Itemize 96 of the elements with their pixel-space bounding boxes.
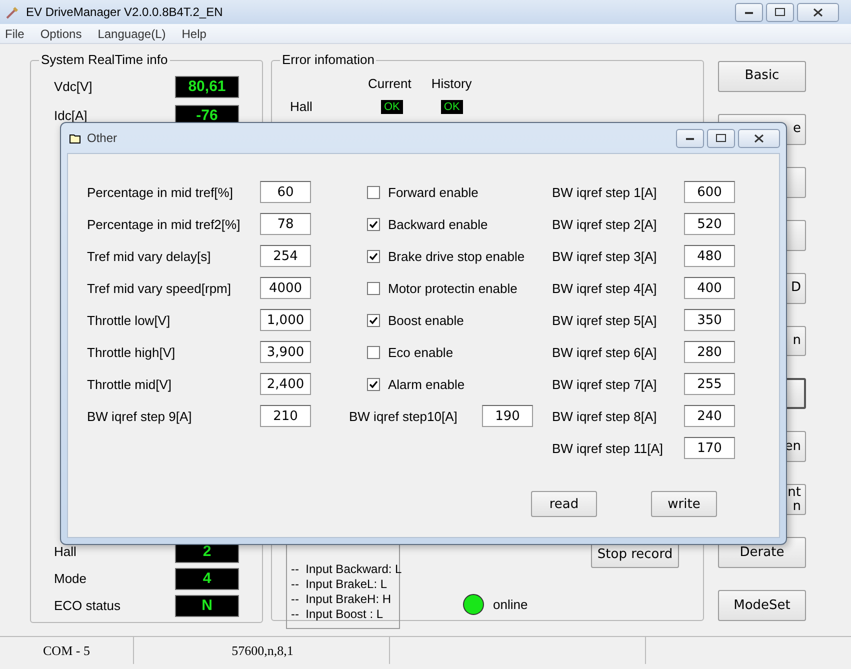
side-button[interactable]: Basic <box>718 61 806 92</box>
number-field[interactable]: 1,000 <box>260 309 311 331</box>
checkbox[interactable] <box>367 250 380 262</box>
checkbox[interactable] <box>367 346 380 358</box>
field-label: BW iqref step 11[A] <box>552 440 664 456</box>
number-field[interactable]: 170 <box>684 437 735 459</box>
reading-display: 4 <box>175 568 239 590</box>
field-label: BW iqref step 3[A] <box>552 248 658 264</box>
error-label: Hall <box>290 99 314 114</box>
field-label: Tref mid vary delay[s] <box>87 248 212 264</box>
menu-item[interactable]: Options <box>40 26 82 40</box>
checkbox-label: Backward enable <box>388 216 489 232</box>
number-field[interactable]: 60 <box>260 181 311 203</box>
minimize-icon <box>686 136 694 140</box>
status-indicator: OK <box>381 100 403 114</box>
write-button[interactable]: write <box>651 491 717 517</box>
menu-item[interactable]: Help <box>182 26 206 40</box>
field-label: BW iqref step 2[A] <box>552 216 658 232</box>
checkbox-label: Brake drive stop enable <box>388 248 526 264</box>
menu-item[interactable]: File <box>5 26 24 40</box>
checkbox-label: Forward enable <box>388 184 480 200</box>
reading-label: Idc[A] <box>54 108 88 123</box>
field-label: BW iqref step 5[A] <box>552 312 658 328</box>
input-line: -- Input Boost : L <box>291 607 384 622</box>
checkbox-label: Eco enable <box>388 344 454 360</box>
field-label: Throttle high[V] <box>87 344 176 360</box>
reading-display: N <box>175 594 239 616</box>
number-field[interactable]: 280 <box>684 341 735 363</box>
window-title: EV DriveManager V2.0.0.8B4T.2_EN <box>26 5 224 19</box>
close-icon <box>754 134 764 142</box>
checkbox[interactable] <box>367 186 380 198</box>
reading-label: Vdc[V] <box>54 79 94 94</box>
column-header: History <box>431 76 472 91</box>
minimize-icon <box>745 10 753 14</box>
field-label: Percentage in mid tref2[%] <box>87 216 242 232</box>
maximize-icon <box>775 8 785 16</box>
checkbox[interactable] <box>367 282 380 294</box>
number-field[interactable]: 480 <box>684 245 735 267</box>
field-label: Percentage in mid tref[%] <box>87 184 234 200</box>
minimize-button[interactable] <box>735 2 763 22</box>
field-label: Throttle low[V] <box>87 312 172 328</box>
input-line: -- Input Backward: L <box>291 562 399 577</box>
minimize-button[interactable] <box>676 128 704 148</box>
field-label: Throttle mid[V] <box>87 376 173 392</box>
maximize-button[interactable] <box>766 2 794 22</box>
maximize-button[interactable] <box>707 128 735 148</box>
folder-icon <box>69 132 81 144</box>
checkbox[interactable] <box>367 378 380 390</box>
status-label: online <box>493 597 528 612</box>
input-line: -- Input BrakeH: H <box>291 592 392 607</box>
status-cell: 57600,n,8,1 <box>136 637 390 664</box>
number-field[interactable]: 600 <box>684 181 735 203</box>
close-icon <box>813 8 823 16</box>
number-field[interactable]: 190 <box>482 405 533 427</box>
side-button[interactable]: ModeSet <box>718 590 806 621</box>
dialog-title: Other <box>87 131 118 145</box>
checkbox-label: Boost enable <box>388 312 465 328</box>
field-label: BW iqref step 9[A] <box>87 408 193 424</box>
checkbox-label: Motor protectin enable <box>388 280 518 296</box>
reading-label: Mode <box>54 571 88 586</box>
input-line: -- Input BrakeL: L <box>291 577 388 592</box>
close-button[interactable] <box>738 128 780 148</box>
number-field[interactable]: 3,900 <box>260 341 311 363</box>
number-field[interactable]: 240 <box>684 405 735 427</box>
field-label: BW iqref step 6[A] <box>552 344 658 360</box>
number-field[interactable]: 78 <box>260 213 311 235</box>
field-label: BW iqref step 4[A] <box>552 280 658 296</box>
reading-display: 80,61 <box>175 76 239 98</box>
read-button[interactable]: read <box>531 491 597 517</box>
field-label: BW iqref step 7[A] <box>552 376 658 392</box>
close-button[interactable] <box>797 2 839 22</box>
field-label: BW iqref step 8[A] <box>552 408 658 424</box>
field-label: BW iqref step 1[A] <box>552 184 658 200</box>
checkbox[interactable] <box>367 314 380 326</box>
maximize-icon <box>716 134 726 142</box>
number-field[interactable]: 520 <box>684 213 735 235</box>
field-label: Tref mid vary speed[rpm] <box>87 280 232 296</box>
number-field[interactable]: 400 <box>684 277 735 299</box>
number-field[interactable]: 350 <box>684 309 735 331</box>
number-field[interactable]: 210 <box>260 405 311 427</box>
number-field[interactable]: 255 <box>684 373 735 395</box>
checkbox-label: Alarm enable <box>388 376 466 392</box>
panel-title: Error infomation <box>280 52 376 67</box>
status-cell: COM - 5 <box>0 637 134 664</box>
menu-item[interactable]: Language(L) <box>98 26 166 40</box>
reading-label: ECO status <box>54 598 122 613</box>
number-field[interactable]: 4000 <box>260 277 311 299</box>
wrench-icon <box>6 5 20 19</box>
panel-title: System RealTime info <box>39 52 170 67</box>
column-header: Current <box>368 76 412 91</box>
field-label: BW iqref step10[A] <box>349 408 458 424</box>
number-field[interactable]: 2,400 <box>260 373 311 395</box>
checkbox[interactable] <box>367 218 380 230</box>
status-indicator: OK <box>440 100 463 114</box>
number-field[interactable]: 254 <box>260 245 311 267</box>
reading-label: Hall <box>54 544 78 559</box>
